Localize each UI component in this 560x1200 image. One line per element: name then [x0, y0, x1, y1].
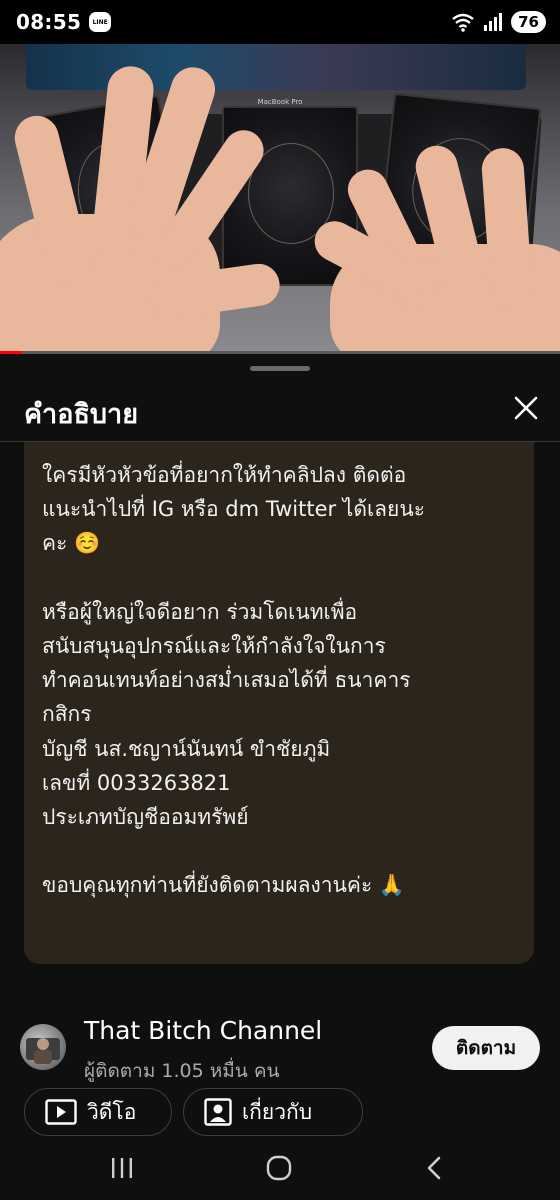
status-bar: 08:55 LINE 76: [0, 0, 560, 44]
description-line: ทำคอนเทนท์อย่างสม่ำเสมอได้ที่ ธนาคาร: [42, 668, 411, 693]
description-line: ขอบคุณทุกท่านที่ยังติดตามผลงานค่ะ 🙏: [42, 873, 406, 898]
home-icon[interactable]: [259, 1152, 299, 1184]
description-line: สนับสนุนอุปกรณ์และให้กำลังใจในการ: [42, 633, 386, 658]
status-time: 08:55: [16, 10, 82, 34]
battery-indicator: 76: [511, 11, 546, 33]
wifi-icon: [451, 12, 475, 32]
description-line: แนะนำไปที่ IG หรือ dm Twitter ได้เลยนะ: [42, 497, 425, 522]
videos-button[interactable]: วิดีโอ: [24, 1088, 172, 1136]
description-line: บัญชี นส.ชญาน์นันทน์ ขำชัยภูมิ: [42, 736, 331, 761]
description-sheet: คำอธิบาย ใครมีหัวหัวข้อที่อยากให้ทำคลิปล…: [0, 354, 560, 1200]
channel-avatar[interactable]: [20, 1024, 66, 1070]
about-button[interactable]: เกี่ยวกับ: [183, 1088, 363, 1136]
subscriber-suffix: หมื่น คน: [209, 1060, 280, 1082]
channel-name[interactable]: That Bitch Channel: [84, 1016, 322, 1045]
sheet-title: คำอธิบาย: [24, 399, 139, 430]
back-icon[interactable]: [415, 1152, 455, 1184]
description-line: หรือผู้ใหญ่ใจดีอยาก ร่วมโดเนทเพื่อ: [42, 599, 358, 624]
subscriber-count: ผู้ติดตาม 1.05 หมื่น คน: [84, 1056, 280, 1086]
description-line: ใครมีหัวหัวข้อที่อยากให้ทำคลิปลง ติดต่อ: [42, 463, 407, 487]
subscriber-number: 1.05: [161, 1060, 204, 1082]
video-player[interactable]: MacBook Pro: [0, 44, 560, 352]
description-line: กสิกร: [42, 702, 92, 727]
profile-icon: [204, 1098, 232, 1126]
description-line: คะ ☺️: [42, 531, 101, 556]
description-line: [42, 834, 516, 868]
subscriber-prefix: ผู้ติดตาม: [84, 1060, 156, 1082]
signal-icon: [483, 12, 503, 32]
video-frame-laptop-screen: [26, 44, 526, 90]
videos-label: วิดีโอ: [87, 1099, 137, 1124]
close-icon[interactable]: [508, 390, 544, 426]
system-nav-bar: [0, 1136, 560, 1200]
channel-row: That Bitch Channel ผู้ติดตาม 1.05 หมื่น …: [0, 994, 560, 1082]
sheet-drag-handle[interactable]: [250, 366, 310, 371]
description-line: ประเภทบัญชีออมทรัพย์: [42, 804, 249, 829]
description-text-box: ใครมีหัวหัวข้อที่อยากให้ทำคลิปลง ติดต่อ …: [24, 442, 534, 964]
recent-apps-icon[interactable]: [102, 1152, 142, 1184]
line-app-icon: LINE: [89, 12, 112, 32]
play-icon: [45, 1099, 77, 1125]
subscribe-button[interactable]: ติดตาม: [432, 1026, 540, 1070]
description-line: เลขที่ 0033263821: [42, 770, 231, 795]
about-label: เกี่ยวกับ: [242, 1099, 313, 1124]
description-line: [42, 561, 516, 595]
